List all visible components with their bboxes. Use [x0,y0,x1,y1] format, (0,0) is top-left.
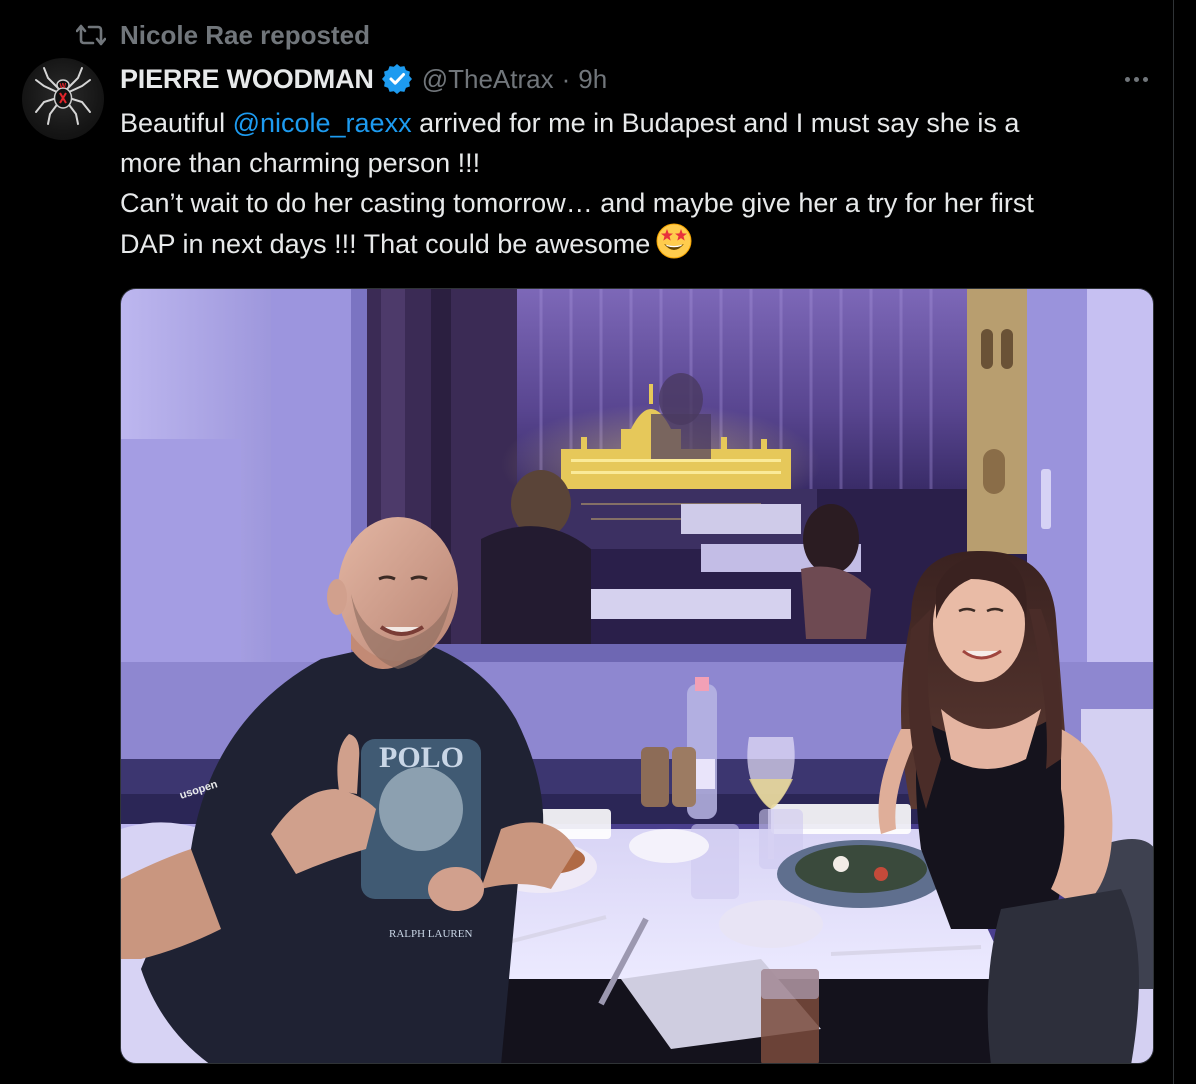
shirt-text-polo: POLO [379,741,464,774]
author-display-name[interactable]: PIERRE WOODMAN [120,64,374,95]
spider-logo-icon: W [35,67,91,125]
more-dot [1142,76,1148,82]
more-dot [1124,76,1130,82]
tweet-photo[interactable]: POLO RALPH LAUREN usopen [120,288,1154,1064]
more-dot [1133,76,1139,82]
repost-indicator[interactable]: Nicole Rae reposted [76,20,370,50]
tweet-card[interactable]: Nicole Rae reposted W PIERRE WOODMAN @Th… [0,0,1174,1084]
repost-text[interactable]: Nicole Rae reposted [120,20,370,51]
tweet-text-segment: DAP in next days !!! That could be aweso… [120,229,651,259]
tweet-line-4: DAP in next days !!! That could be aweso… [120,223,1166,264]
restaurant-photo: POLO RALPH LAUREN usopen [121,289,1153,1063]
svg-text:W: W [60,83,67,90]
author-handle[interactable]: @TheAtrax [422,64,554,95]
mention-link[interactable]: @nicole_raexx [233,108,412,138]
shirt-text-brand: RALPH LAUREN [389,928,472,940]
separator-dot: · [561,63,571,94]
tweet-header: PIERRE WOODMAN @TheAtrax · 9h [120,60,607,98]
repost-icon [76,22,106,48]
tweet-timestamp[interactable]: 9h [578,64,607,95]
tweet-line-3: Can’t wait to do her casting tomorrow… a… [120,188,1034,218]
tweet-text-segment: Beautiful [120,108,233,138]
verified-badge-icon[interactable] [381,64,412,94]
author-avatar[interactable]: W [22,58,104,140]
tweet-line-1: Beautiful @nicole_raexx arrived for me i… [120,103,1166,143]
star-struck-emoji [656,223,692,259]
tweet-text-segment: arrived for me in Budapest and I must sa… [411,108,1020,138]
more-options-icon[interactable] [1118,62,1154,96]
tweet-text: Beautiful @nicole_raexx arrived for me i… [120,103,1166,264]
tweet-line-2: more than charming person !!! [120,148,481,178]
